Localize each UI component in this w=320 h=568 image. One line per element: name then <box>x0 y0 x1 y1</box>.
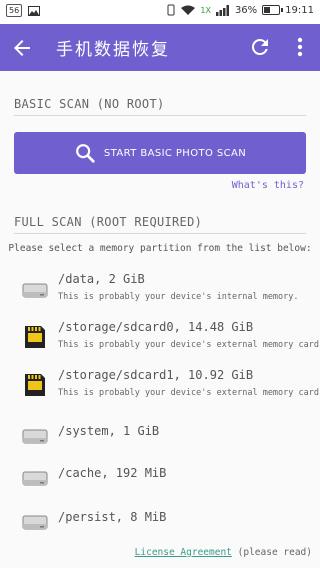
clock: 19:11 <box>285 4 314 16</box>
partition-description: This is probably your device's external … <box>58 388 320 398</box>
partition-name: /storage/sdcard0, 14.48 GiB <box>58 320 254 334</box>
partition-name: /storage/sdcard1, 10.92 GiB <box>58 368 254 382</box>
partition-item[interactable]: /system, 1 GiB <box>22 418 312 446</box>
partition-item[interactable]: /storage/sdcard0, 14.48 GiB This is proba… <box>22 320 320 360</box>
search-icon <box>75 144 95 163</box>
partition-item[interactable]: /persist, 8 MiB <box>22 504 312 532</box>
signal-icon <box>215 4 229 16</box>
partition-description: This is probably your device's external … <box>58 340 320 350</box>
status-bar: 56 1X 36% 19:11 <box>0 0 320 24</box>
license-note: (please read) <box>237 547 312 558</box>
partition-instruction: Please select a memory partition from th… <box>8 243 312 254</box>
hard-drive-icon <box>22 276 48 302</box>
network-type: 1X <box>200 5 211 15</box>
full-scan-header: FULL SCAN (ROOT REQUIRED) <box>14 215 203 229</box>
partition-name: /data, 2 GiB <box>58 272 145 286</box>
basic-scan-divider <box>14 115 306 116</box>
sd-card-icon <box>22 324 48 350</box>
scan-button-label: START BASIC PHOTO SCAN <box>103 147 247 159</box>
more-vert-icon[interactable] <box>290 35 310 59</box>
license-agreement-link[interactable]: License Agreement <box>135 547 232 558</box>
page-title: 手机数据恢复 <box>56 40 170 60</box>
hard-drive-icon <box>22 464 48 490</box>
image-notification-icon <box>28 5 41 16</box>
app-bar: 手机数据恢复 <box>0 24 320 71</box>
whats-this-link[interactable]: What's this? <box>232 180 304 191</box>
full-scan-divider <box>14 233 306 234</box>
basic-scan-header: BASIC SCAN (NO ROOT) <box>14 97 165 111</box>
start-basic-photo-scan-button[interactable]: START BASIC PHOTO SCAN <box>14 132 306 174</box>
partition-name: /system, 1 GiB <box>58 424 160 438</box>
partition-name: /persist, 8 MiB <box>58 510 167 524</box>
wifi-icon <box>181 5 196 15</box>
partition-item[interactable]: /cache, 192 MiB <box>22 460 312 488</box>
battery-icon <box>262 5 284 15</box>
refresh-icon[interactable] <box>248 35 272 59</box>
partition-name: /cache, 192 MiB <box>58 466 167 480</box>
battery-percent: 36% <box>234 4 258 16</box>
partition-item[interactable]: /data, 2 GiB This is probably your device… <box>22 272 312 312</box>
notification-count-badge: 56 <box>6 4 23 17</box>
hard-drive-icon <box>22 508 48 534</box>
arrow-back-icon[interactable] <box>10 36 34 60</box>
sd-card-icon <box>22 372 48 398</box>
footer: License Agreement (please read) <box>135 547 312 558</box>
partition-description: This is probably your device's internal … <box>58 292 299 302</box>
partition-item[interactable]: /storage/sdcard1, 10.92 GiB This is proba… <box>22 368 320 408</box>
vibrate-icon <box>167 4 175 16</box>
hard-drive-icon <box>22 422 48 448</box>
